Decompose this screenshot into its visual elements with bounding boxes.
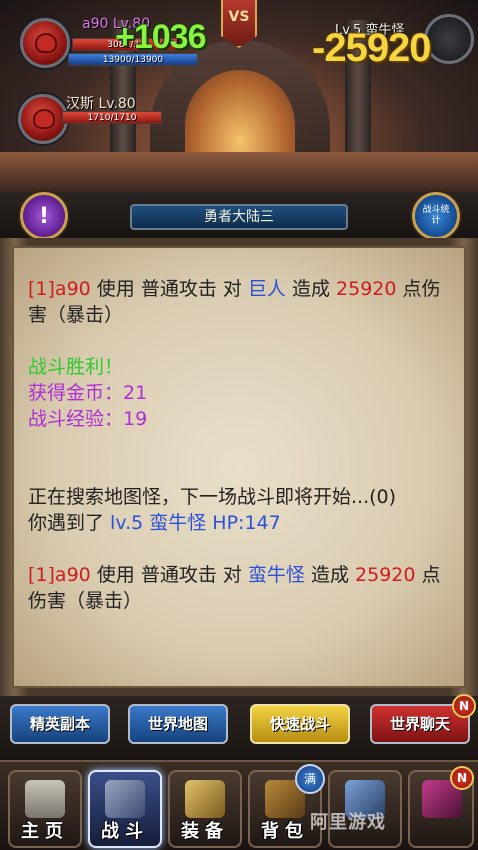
nav-battle-label: 战斗	[101, 821, 149, 842]
log-line: 正在搜索地图怪，下一场战斗即将开始...(0)	[28, 484, 450, 510]
ally-hp-bar: 1710/1710	[62, 111, 162, 124]
log-spacer	[28, 328, 450, 354]
player-avatar[interactable]	[20, 18, 70, 68]
log-segment: 正在搜索地图怪，下一场战斗即将开始...(0)	[28, 486, 397, 508]
log-line: [1]a90 使用 普通攻击 对 蛮牛怪 造成 25920 点伤害（暴击）	[28, 562, 450, 614]
area-title: 勇者大陆三	[130, 204, 348, 230]
log-segment: 战斗经验：19	[28, 408, 148, 430]
scene-floor	[0, 152, 478, 192]
battle-log[interactable]: [1]a90 使用 普通攻击 对 巨人 造成 25920 点伤害（暴击） 战斗胜利…	[12, 246, 466, 688]
enemy-avatar[interactable]	[424, 14, 474, 64]
log-segment: 造成	[285, 278, 337, 300]
quick-battle-button[interactable]: 快速战斗	[250, 704, 350, 744]
log-segment: 造成	[304, 564, 356, 586]
log-segment: 战斗胜利！	[28, 356, 124, 378]
elite-dungeon-button[interactable]: 精英副本	[10, 704, 110, 744]
log-line: 战斗胜利！	[28, 354, 450, 380]
quest-button[interactable]: !	[20, 192, 68, 240]
log-line: 你遇到了 lv.5 蛮牛怪 HP:147	[28, 510, 450, 536]
crossed-swords-icon	[105, 780, 145, 818]
log-spacer	[28, 458, 450, 484]
heal-popup: +1036	[115, 18, 206, 56]
ally-avatar[interactable]	[18, 94, 68, 144]
watermark: 阿里游戏	[310, 812, 386, 833]
nav-equipment-label: 装备	[181, 821, 229, 842]
log-segment: a90	[54, 278, 91, 300]
battle-stats-label: 战斗统计	[422, 205, 450, 226]
log-segment: 使用 普通攻击 对	[90, 278, 248, 300]
armor-icon	[185, 780, 225, 818]
ally-hp-text: 1710/1710	[87, 113, 137, 123]
log-segment: 获得金币：21	[28, 382, 148, 404]
log-segment: 使用 普通攻击 对	[90, 564, 248, 586]
castle-icon	[25, 780, 65, 818]
damage-popup: -25920	[312, 26, 432, 70]
log-line: [1]a90 使用 普通攻击 对 巨人 造成 25920 点伤害（暴击）	[28, 276, 450, 328]
nav-battle[interactable]: 战斗	[88, 770, 162, 848]
log-segment: a90	[54, 564, 91, 586]
nav-home[interactable]: 主页	[8, 770, 82, 848]
chat-new-badge: N	[452, 694, 476, 718]
battle-stats-button[interactable]: 战斗统计	[412, 192, 460, 240]
log-segment: 25920	[336, 278, 397, 300]
more-new-badge: N	[450, 766, 474, 790]
log-line: 战斗经验：19	[28, 406, 450, 432]
log-segment: [1]	[28, 564, 55, 586]
red-dragon-icon	[35, 33, 57, 53]
world-map-button[interactable]: 世界地图	[128, 704, 228, 744]
log-segment: 巨人	[247, 278, 286, 300]
log-line: 获得金币：21	[28, 380, 450, 406]
red-dragon-icon	[33, 109, 55, 129]
log-spacer	[28, 432, 450, 458]
exclamation-icon: !	[38, 204, 50, 229]
bag-full-badge: 满	[295, 764, 325, 794]
log-spacer	[28, 536, 450, 562]
log-segment: lv.5 蛮牛怪 HP:147	[110, 512, 281, 534]
nav-home-label: 主页	[21, 821, 69, 842]
ally-name-level: 汉斯 Lv.80	[66, 96, 136, 112]
nav-equipment[interactable]: 装备	[168, 770, 242, 848]
log-segment: [1]	[28, 278, 55, 300]
log-segment: 你遇到了	[28, 512, 111, 534]
log-segment: 蛮牛怪	[247, 564, 305, 586]
log-segment: 25920	[355, 564, 416, 586]
